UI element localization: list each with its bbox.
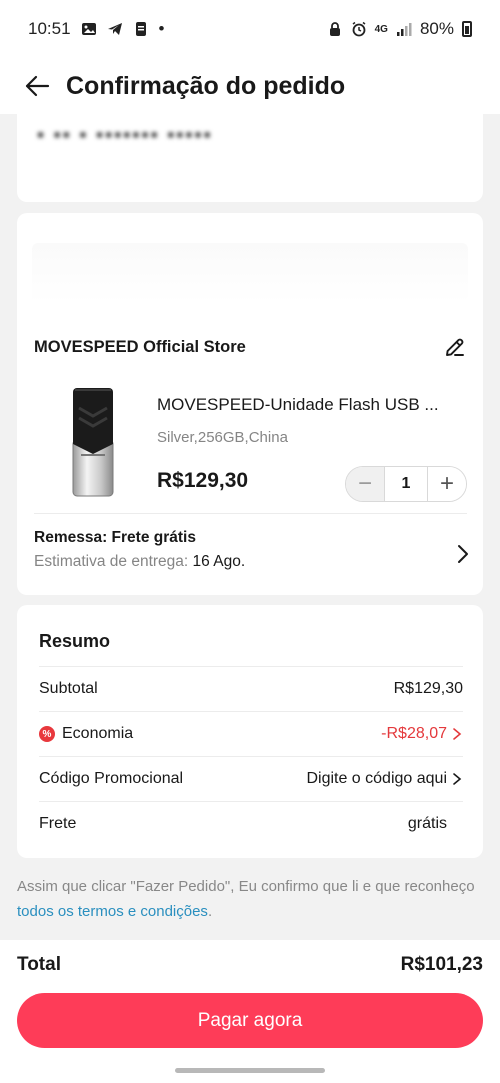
header: Confirmação do pedido [0,58,500,114]
total-label: Total [17,954,61,975]
network-indicator: 4G [374,23,388,35]
total-row: Total R$101,23 [17,954,483,976]
savings-row[interactable]: % Economia -R$28,07 [39,711,463,756]
chevron-right-icon [453,728,462,740]
delivery-date: 16 Ago. [192,553,246,570]
status-time: 10:51 [28,19,71,38]
chevron-right-icon [458,545,468,563]
total-value: R$101,23 [400,954,483,975]
savings-icon: % [39,726,55,742]
battery-icon [462,21,472,37]
promo-code-placeholder: Digite o código aqui [306,770,447,787]
increase-quantity-button[interactable]: + [428,467,466,501]
product-image[interactable] [34,385,152,503]
store-row: MOVESPEED Official Store [34,335,467,359]
delivery-estimate: Estimativa de entrega: 16 Ago. [34,553,471,571]
promo-code-row[interactable]: Código Promocional Digite o código aqui [39,756,463,801]
store-name: MOVESPEED Official Store [34,337,246,356]
shipping-cost-label: Frete [39,815,77,832]
savings-value-wrap: -R$28,07 [381,725,463,743]
blank-card [17,213,483,323]
terms-notice: Assim que clicar "Fazer Pedido", Eu conf… [17,874,483,924]
status-left: 10:51 • [28,19,165,39]
notes-icon [135,22,146,36]
quantity-stepper: − 1 + [345,466,467,502]
product-variant[interactable]: Silver,256GB,China [157,429,288,446]
checkout-bar: Total R$101,23 Pagar agora [0,940,500,1083]
summary-title: Resumo [39,631,111,651]
edit-icon[interactable] [443,335,467,359]
pay-now-button[interactable]: Pagar agora [17,993,483,1048]
terms-link[interactable]: todos os termos e condições [17,903,208,920]
savings-value: -R$28,07 [381,725,447,742]
shipping-cost-row: Frete grátis [39,801,463,846]
signal-icon [396,23,412,36]
blurred-address: ▪ ▪▪ ▪ ▪▪▪▪▪▪▪ ▪▪▪▪▪ [37,124,213,146]
shipping-title: Remessa: Frete grátis [34,529,196,546]
home-indicator[interactable] [175,1068,325,1073]
promo-code-label: Código Promocional [39,770,184,787]
status-right: 4G 80% [327,19,472,39]
terms-text: Assim que clicar "Fazer Pedido", Eu conf… [17,878,475,895]
shipping-cost-value: grátis [407,815,447,832]
battery-percentage: 80% [419,19,454,38]
subtotal-label: Subtotal [39,680,98,697]
product-card: MOVESPEED Official Store MOVESPEED-Unida… [17,313,483,595]
subtotal-row: Subtotal R$129,30 [39,666,463,711]
product-price: R$129,30 [157,469,249,492]
delivery-estimate-label: Estimativa de entrega: [34,553,189,570]
back-arrow-icon [25,75,50,97]
terms-end: . [207,903,213,920]
address-card[interactable]: ▪ ▪▪ ▪ ▪▪▪▪▪▪▪ ▪▪▪▪▪ [17,114,483,202]
savings-label: Economia [62,725,134,742]
blank-area [32,243,468,303]
subtotal-value: R$129,30 [393,680,463,697]
promo-code-value-wrap: Digite o código aqui [306,770,463,788]
lock-icon [329,22,340,36]
product-divider [34,513,467,514]
decrease-quantity-button[interactable]: − [346,467,384,501]
page-title: Confirmação do pedido [66,71,346,100]
alarm-icon [352,21,366,37]
status-dot: • [158,19,165,38]
summary-card: Resumo Subtotal R$129,30 % Economia -R$2… [17,605,483,858]
status-bar: 10:51 • 4G 80% [0,0,500,58]
usb-drive-image [72,388,114,497]
quantity-value[interactable]: 1 [384,467,428,501]
telegram-icon [107,23,122,35]
product-title[interactable]: MOVESPEED-Unidade Flash USB ... [157,395,467,415]
back-button[interactable] [22,71,52,101]
shipping-option-row[interactable]: Remessa: Frete grátis Estimativa de entr… [34,529,471,583]
chevron-right-icon [453,773,462,785]
gallery-icon [81,23,96,35]
